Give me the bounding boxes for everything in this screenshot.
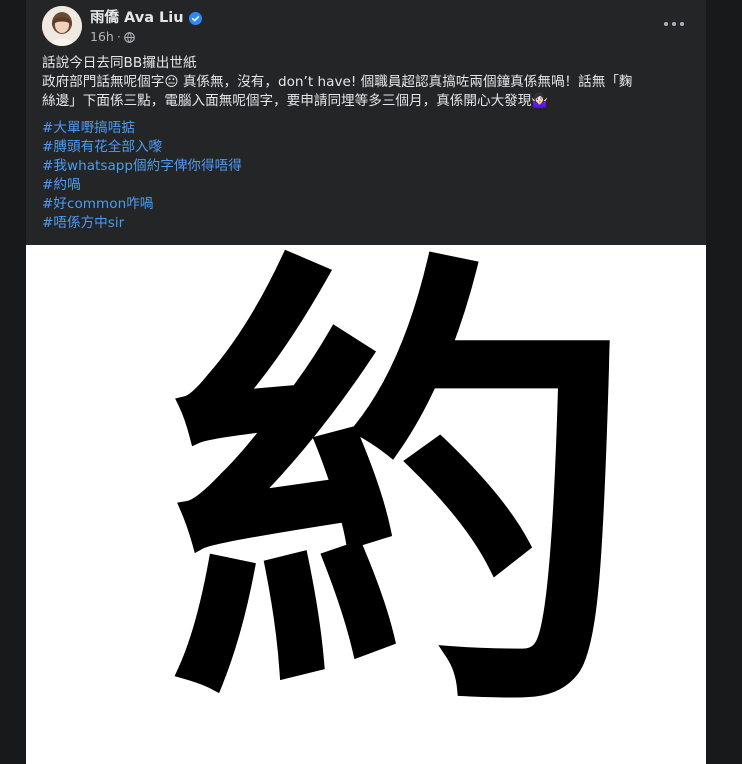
author-name[interactable]: 雨僑 Ava Liu: [90, 6, 184, 27]
more-dot: [664, 22, 668, 26]
meta-separator: ·: [116, 29, 121, 44]
post-meta: 雨僑 Ava Liu 16h ·: [90, 7, 202, 46]
post-time[interactable]: 16h: [90, 29, 114, 44]
hashtag-link[interactable]: #唔係方中sir: [42, 214, 242, 233]
verified-badge-icon: [188, 10, 202, 25]
feed-page: 雨僑 Ava Liu 16h · 話說今日去同BB攞出世紙 政府部門話無呢個字😐…: [0, 0, 742, 764]
post-text-line: 政府部門話無呢個字😐 真係無，沒有，don’t have! 個職員超認真搞咗兩個…: [42, 74, 633, 90]
more-options-icon[interactable]: [662, 14, 686, 34]
globe-icon[interactable]: [123, 31, 135, 43]
avatar[interactable]: [42, 6, 82, 46]
hashtag-link[interactable]: #膊頭有花全部入嚟: [42, 138, 242, 157]
post-text-line: 絲邊」下面係三點，電腦入面無呢個字，要申請同埋等多三個月，真係開心大發現🤷🏻‍♀…: [42, 93, 549, 109]
hashtag-list: #大單嘢搞唔掂 #膊頭有花全部入嚟 #我whatsapp個約字俾你得唔得 #約喎…: [42, 119, 242, 233]
more-dot: [672, 22, 676, 26]
avatar-image: [42, 6, 82, 46]
calligraphy-character: 約: [166, 245, 636, 764]
hashtag-link[interactable]: #我whatsapp個約字俾你得唔得: [42, 157, 242, 176]
post-card: 雨僑 Ava Liu 16h · 話說今日去同BB攞出世紙 政府部門話無呢個字😐…: [26, 0, 706, 764]
post-header: 雨僑 Ava Liu 16h ·: [42, 6, 202, 46]
post-text-line: 話說今日去同BB攞出世紙: [42, 55, 197, 71]
timestamp-row: 16h ·: [90, 28, 202, 46]
hashtag-link[interactable]: #約喎: [42, 176, 242, 195]
post-text: 話說今日去同BB攞出世紙 政府部門話無呢個字😐 真係無，沒有，don’t hav…: [42, 54, 692, 111]
author-row: 雨僑 Ava Liu: [90, 7, 202, 27]
hashtag-link[interactable]: #好common咋喎: [42, 195, 242, 214]
post-photo[interactable]: 約: [26, 245, 706, 764]
hashtag-link[interactable]: #大單嘢搞唔掂: [42, 119, 242, 138]
more-dot: [680, 22, 684, 26]
